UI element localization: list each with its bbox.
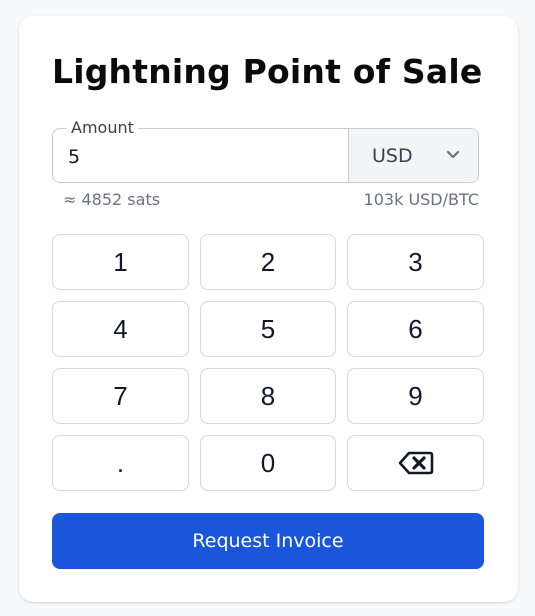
key-decimal[interactable]: . <box>52 435 189 491</box>
key-8[interactable]: 8 <box>200 368 336 424</box>
sats-estimate: ≈ 4852 sats <box>63 190 161 209</box>
pos-card: Lightning Point of Sale Amount USD ≈ 485… <box>19 16 518 602</box>
exchange-rate: 103k USD/BTC <box>363 190 479 209</box>
key-5[interactable]: 5 <box>200 301 336 357</box>
amount-field-group: Amount USD <box>52 118 479 183</box>
key-0[interactable]: 0 <box>200 435 336 491</box>
key-6[interactable]: 6 <box>347 301 484 357</box>
key-4[interactable]: 4 <box>52 301 189 357</box>
request-invoice-button[interactable]: Request Invoice <box>52 513 484 569</box>
chevron-down-icon <box>446 150 460 159</box>
currency-value: USD <box>372 144 413 167</box>
backspace-button[interactable] <box>347 435 484 491</box>
key-2[interactable]: 2 <box>200 234 336 290</box>
key-3[interactable]: 3 <box>347 234 484 290</box>
key-9[interactable]: 9 <box>347 368 484 424</box>
currency-select[interactable]: USD <box>348 129 478 182</box>
key-1[interactable]: 1 <box>52 234 189 290</box>
conversion-info: ≈ 4852 sats 103k USD/BTC <box>63 190 479 209</box>
keypad: 1 2 3 4 5 6 7 8 9 . 0 <box>52 234 484 491</box>
page-title: Lightning Point of Sale <box>52 52 483 91</box>
amount-label: Amount <box>67 118 138 137</box>
backspace-icon <box>398 451 433 475</box>
key-7[interactable]: 7 <box>52 368 189 424</box>
